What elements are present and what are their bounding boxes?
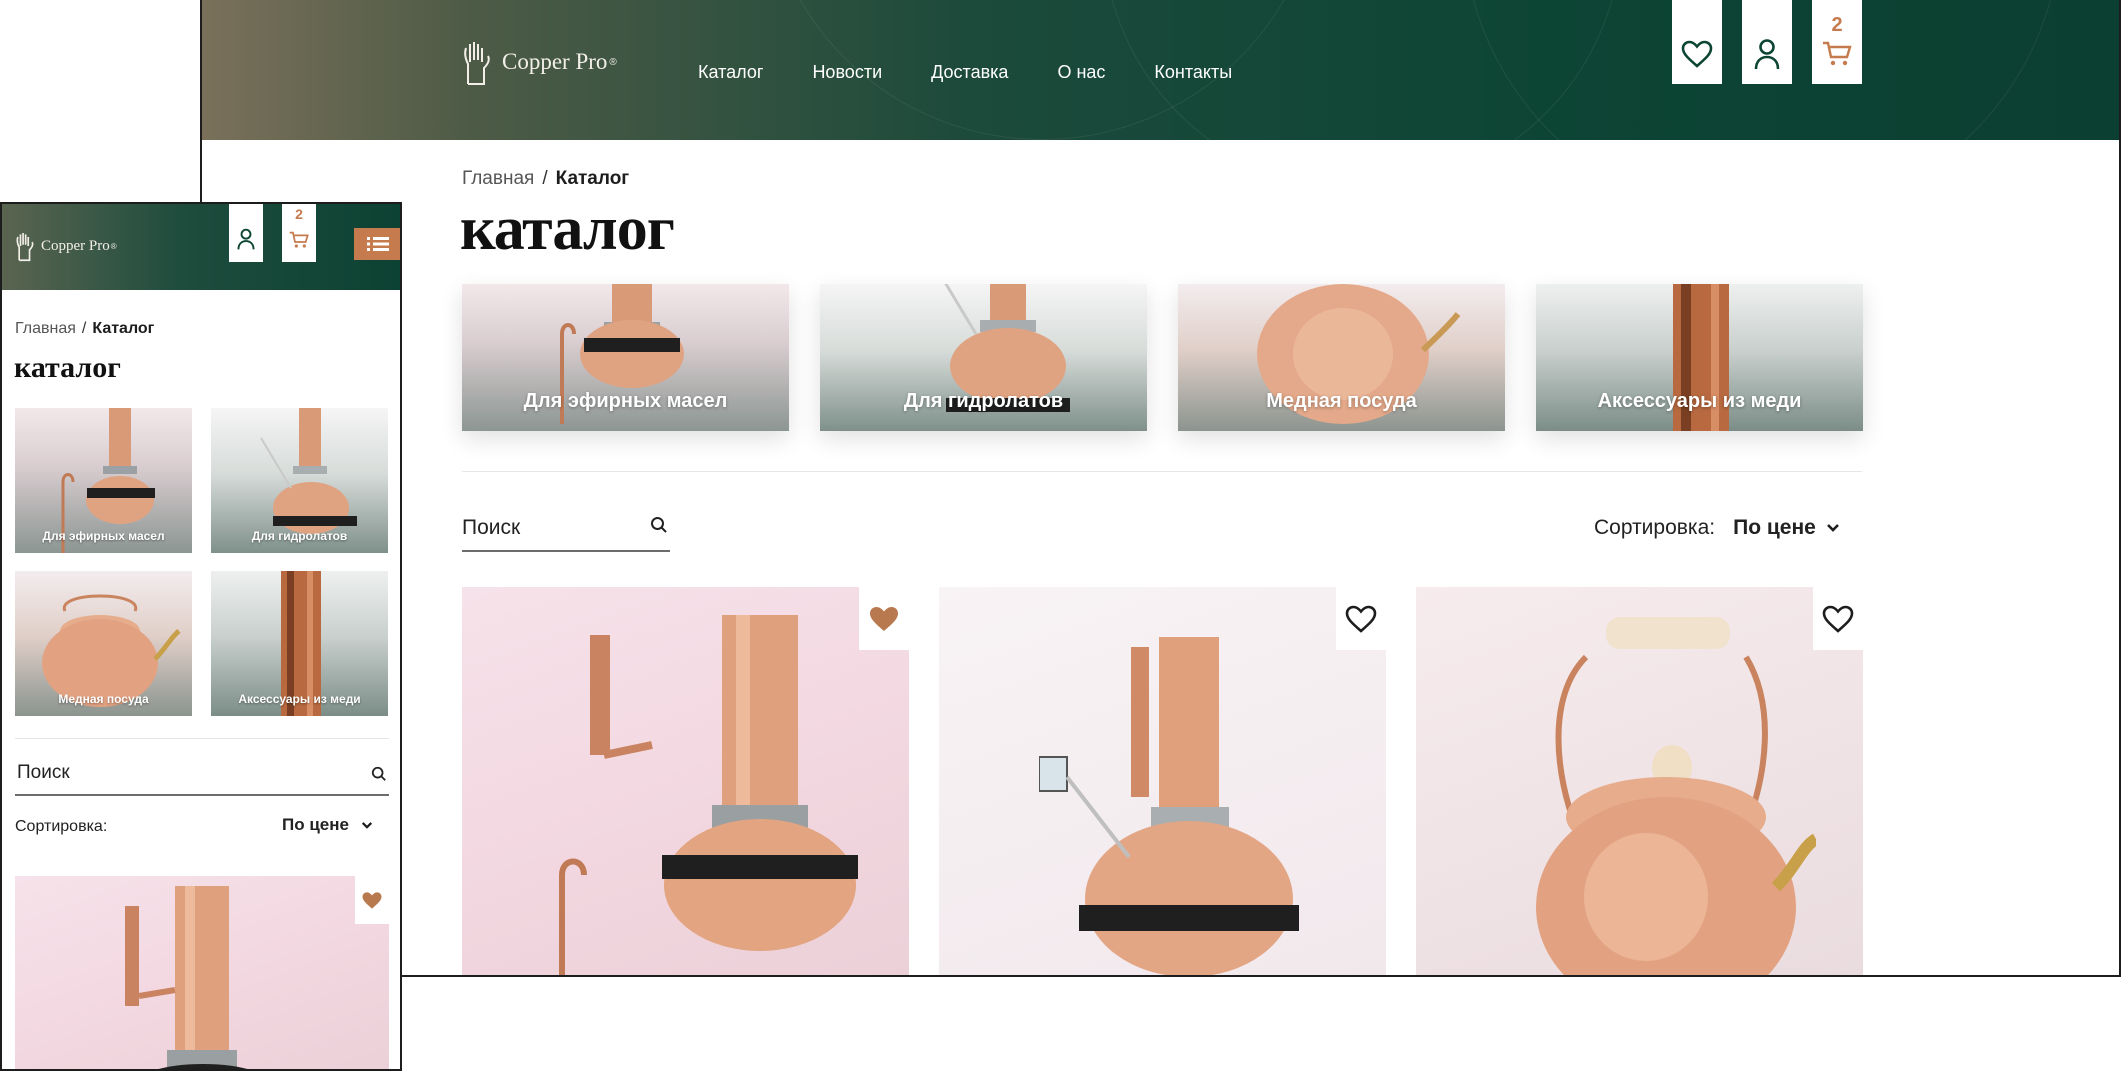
product-image (1536, 617, 1816, 975)
breadcrumb-home[interactable]: Главная (15, 320, 76, 337)
site-header: Copper Pro ® Каталог Новости Доставка О … (202, 0, 2119, 140)
cart-count-badge: 2 (1831, 14, 1843, 36)
cart-icon (1823, 41, 1852, 66)
category-label: Для гидролатов (903, 390, 1064, 412)
heart-filled-icon (870, 606, 898, 631)
brand-name: Copper Pro (502, 49, 608, 74)
sort-label: Сортировка: (1594, 516, 1716, 539)
brand-name: Copper Pro (41, 237, 110, 254)
section-divider (15, 738, 389, 739)
category-card-essential-oils[interactable]: Для эфирных масел (15, 408, 192, 553)
search-input[interactable] (462, 510, 632, 546)
cart-icon (289, 231, 309, 248)
cart-button[interactable]: 2 (282, 204, 316, 262)
product-image (125, 886, 248, 1069)
product-card[interactable] (462, 587, 909, 975)
breadcrumb-separator: / (542, 168, 548, 189)
header-actions: 2 (1672, 0, 1862, 84)
category-label: Для эфирных масел (42, 529, 165, 543)
logo-hand-icon (464, 42, 490, 85)
list-menu-icon (367, 237, 389, 251)
sort-value[interactable]: По цене (282, 815, 349, 835)
product-image (1039, 637, 1299, 975)
mobile-view: Copper Pro ® 2 Главная / Каталог каталог… (0, 202, 402, 1071)
sort-control[interactable]: Сортировка: По цене (1594, 516, 1840, 540)
breadcrumb-home[interactable]: Главная (462, 168, 534, 189)
category-list: Для эфирных масел Для гидролатов Медная … (15, 408, 389, 716)
breadcrumb: Главная / Каталог (15, 320, 154, 338)
heart-icon (1822, 605, 1854, 633)
category-card-copper-dishes[interactable]: Медная посуда (15, 571, 192, 716)
chevron-down-icon (361, 821, 373, 829)
heart-icon (1345, 605, 1377, 633)
section-divider (462, 471, 1862, 472)
category-label: Медная посуда (1266, 390, 1417, 412)
category-label: Аксессуары из меди (1597, 390, 1802, 412)
account-button[interactable] (229, 204, 263, 262)
category-card-hydrolates[interactable]: Для гидролатов (211, 408, 388, 553)
product-card[interactable] (1416, 587, 1863, 975)
page-title: каталог (460, 195, 675, 263)
menu-button[interactable] (354, 228, 400, 260)
category-card-hydrolates[interactable]: Для гидролатов (820, 284, 1147, 431)
nav-item-about[interactable]: О нас (1057, 62, 1105, 83)
cart-count-badge: 2 (295, 206, 303, 222)
cart-button[interactable]: 2 (1812, 0, 1862, 84)
site-header: Copper Pro ® 2 (2, 204, 400, 290)
user-icon (1754, 39, 1780, 70)
category-list: Для эфирных масел Для гидролатов Медная … (462, 284, 1863, 431)
breadcrumb-current: Каталог (555, 168, 630, 189)
breadcrumb-current: Каталог (92, 320, 155, 337)
nav-item-contacts[interactable]: Контакты (1154, 62, 1232, 83)
nav-item-delivery[interactable]: Доставка (931, 62, 1008, 83)
category-card-copper-accessories[interactable]: Аксессуары из меди (211, 571, 388, 716)
category-label: Аксессуары из меди (238, 692, 361, 706)
sort-value[interactable]: По цене (1733, 516, 1816, 540)
favorites-button[interactable] (1672, 0, 1722, 84)
heart-icon (1681, 40, 1713, 68)
category-label: Медная посуда (58, 692, 149, 706)
search-icon[interactable] (371, 766, 387, 782)
breadcrumb: Главная / Каталог (462, 168, 629, 190)
nav-item-catalog[interactable]: Каталог (698, 62, 763, 83)
composite-stage: Copper Pro ® Каталог Новости Доставка О … (0, 0, 2121, 1071)
product-card[interactable] (939, 587, 1386, 975)
heart-filled-icon (362, 891, 382, 909)
product-card[interactable] (15, 876, 389, 1069)
sort-control[interactable]: По цене (282, 815, 373, 835)
category-label: Для гидролатов (251, 529, 348, 543)
category-card-copper-accessories[interactable]: Аксессуары из меди (1536, 284, 1863, 431)
brand-reg: ® (110, 241, 117, 251)
sort-label: Сортировка: (15, 818, 108, 835)
favorite-toggle[interactable] (1813, 587, 1863, 650)
product-grid (462, 587, 1863, 975)
nav-item-news[interactable]: Новости (812, 62, 882, 83)
page-title: каталог (14, 351, 121, 384)
favorite-toggle[interactable] (355, 876, 389, 924)
category-label: Для эфирных масел (523, 390, 728, 412)
category-card-essential-oils[interactable]: Для эфирных масел (462, 284, 789, 431)
main-nav: Каталог Новости Доставка О нас Контакты (698, 62, 1232, 83)
favorite-toggle[interactable] (859, 587, 909, 650)
favorite-toggle[interactable] (1336, 587, 1386, 650)
category-card-copper-dishes[interactable]: Медная посуда (1178, 284, 1505, 431)
brand-reg: ® (609, 56, 617, 68)
search-box (462, 510, 670, 552)
chevron-down-icon (1826, 524, 1839, 532)
desktop-view: Copper Pro ® Каталог Новости Доставка О … (200, 0, 2121, 977)
brand-logo[interactable]: Copper Pro ® (460, 38, 617, 86)
account-button[interactable] (1742, 0, 1792, 84)
user-icon (237, 228, 255, 250)
search-icon[interactable] (650, 516, 668, 534)
breadcrumb-separator: / (81, 320, 87, 337)
product-image (559, 615, 858, 975)
logo-hand-icon (16, 233, 34, 262)
search-box (15, 754, 389, 796)
brand-logo[interactable]: Copper Pro ® (14, 230, 117, 262)
search-input[interactable] (15, 754, 335, 792)
